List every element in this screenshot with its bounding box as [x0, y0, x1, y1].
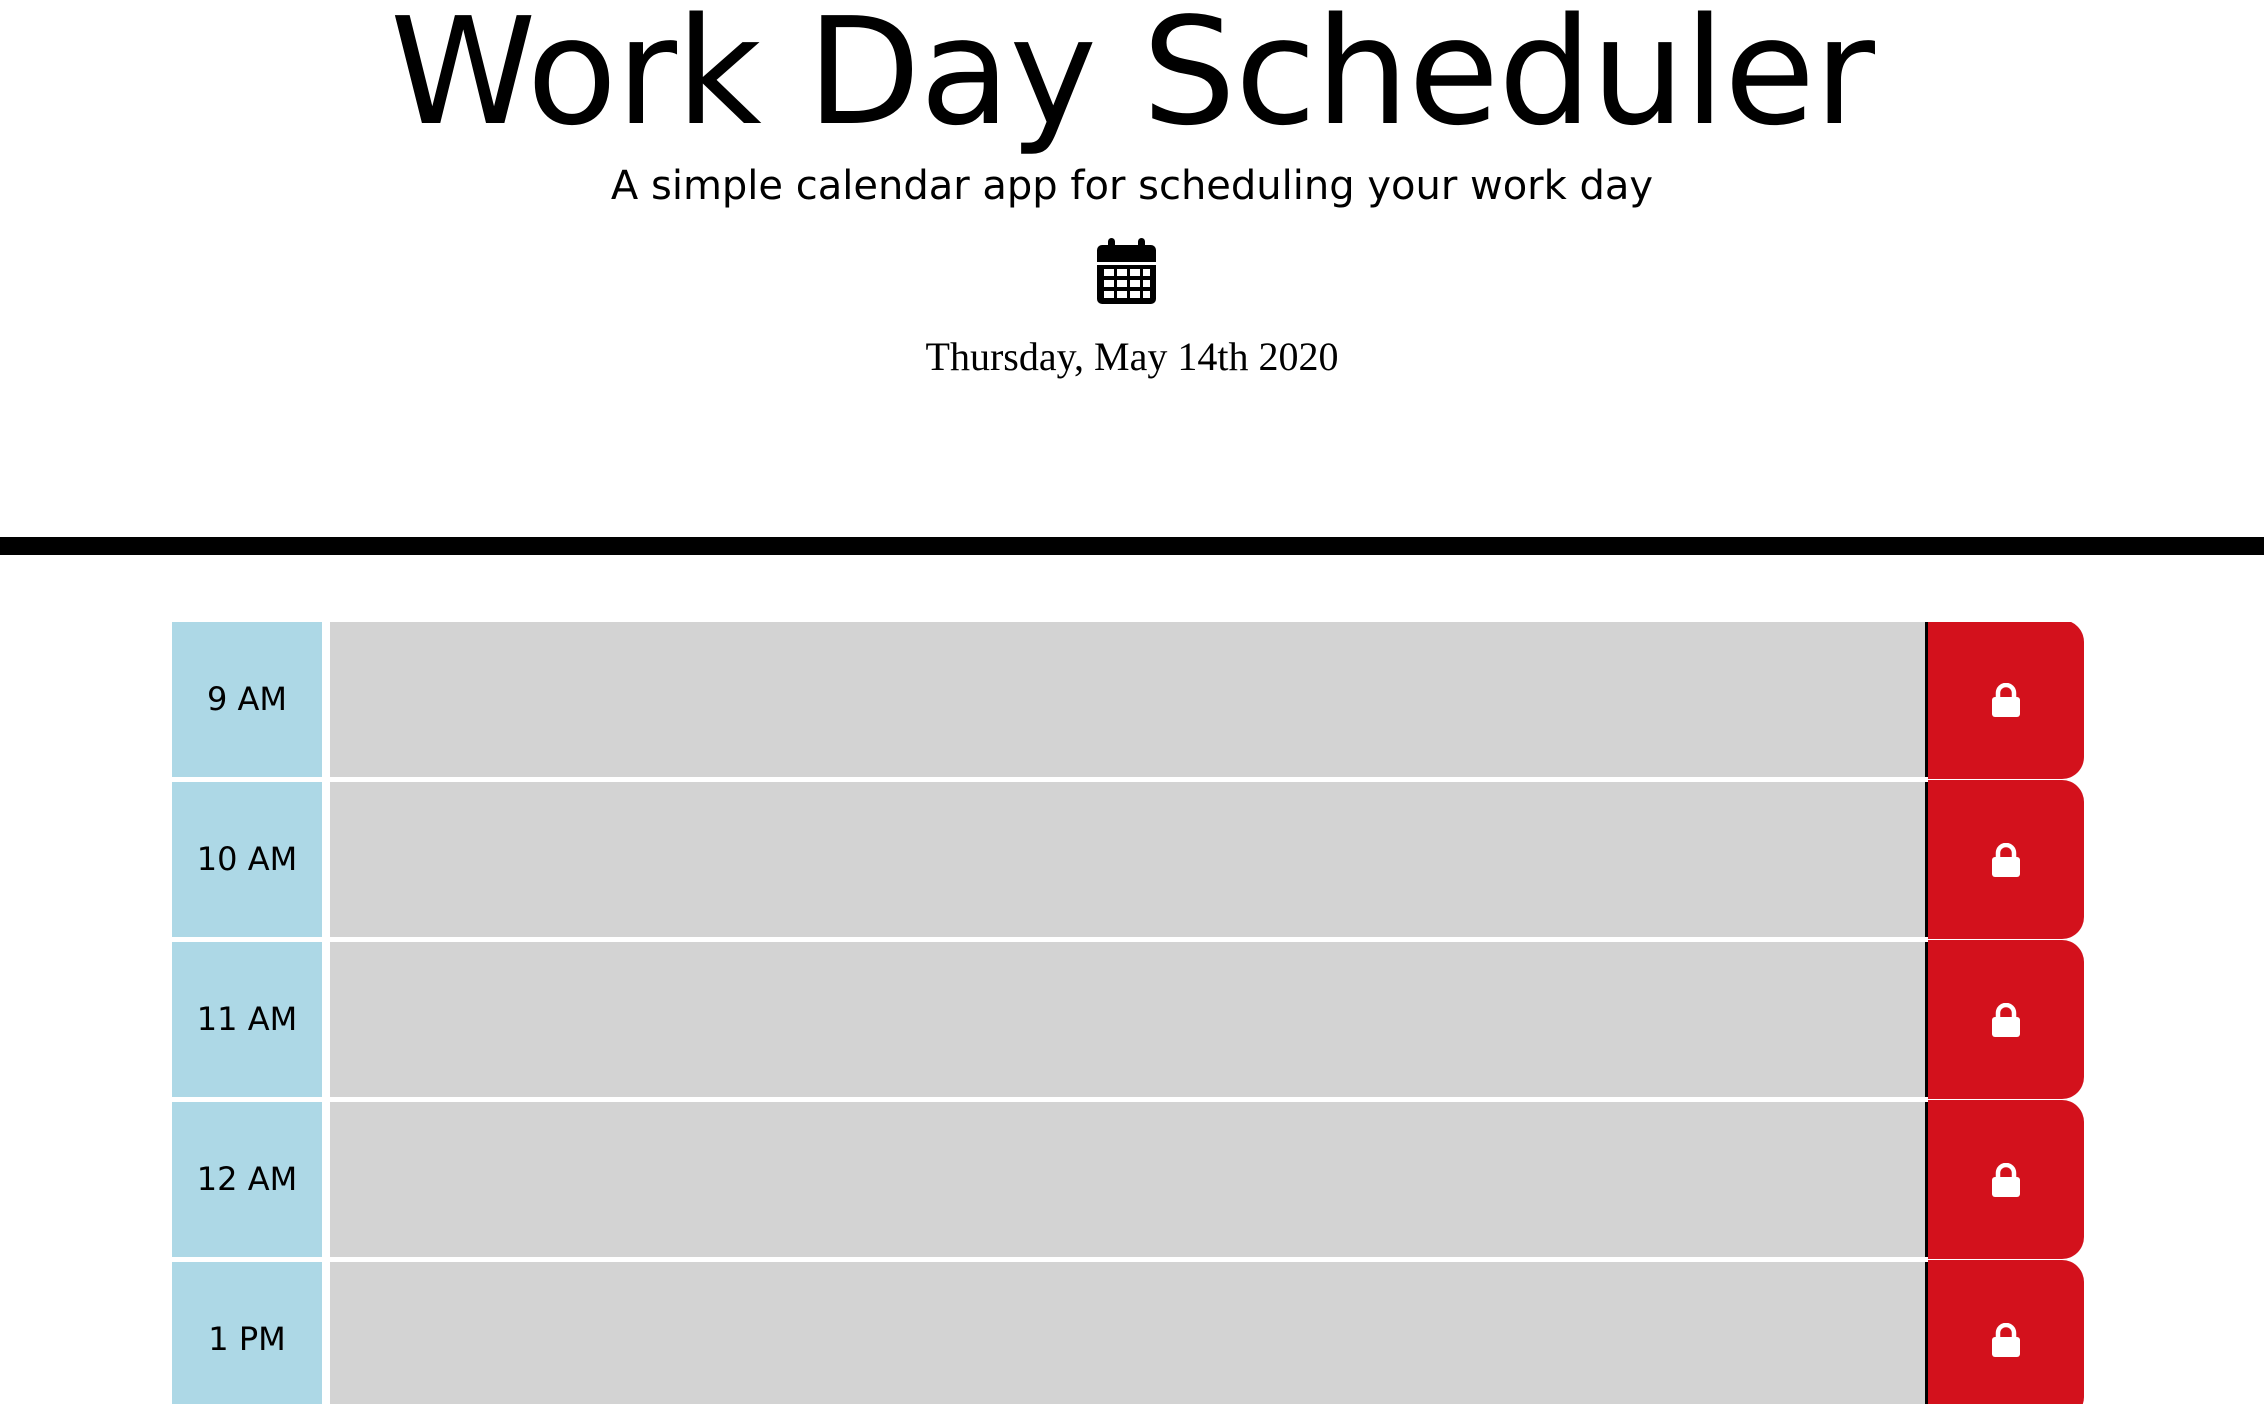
time-block-11am: 11 AM — [172, 940, 2084, 1102]
hour-label: 12 AM — [172, 1102, 322, 1257]
hour-text: 11 AM — [196, 1000, 298, 1038]
save-button[interactable] — [1928, 780, 2084, 939]
hour-text: 12 AM — [196, 1160, 298, 1198]
hour-label: 9 AM — [172, 622, 322, 777]
page-subtitle: A simple calendar app for scheduling you… — [610, 163, 1654, 209]
task-input[interactable] — [330, 942, 1928, 1097]
time-block-1pm: 1 PM — [172, 1260, 2084, 1404]
hour-text: 10 AM — [196, 840, 298, 878]
save-button[interactable] — [1928, 1260, 2084, 1404]
header-divider — [0, 537, 2264, 555]
hour-text: 1 PM — [208, 1320, 286, 1358]
calendar-icon — [1097, 238, 1156, 304]
hour-label: 11 AM — [172, 942, 322, 1097]
task-input[interactable] — [330, 622, 1928, 777]
schedule-container: 9 AM 10 AM 11 AM 12 AM 1 PM — [172, 622, 2084, 1404]
page-header: Work Day Scheduler A simple calendar app… — [0, 0, 2264, 530]
page-title: Work Day Scheduler — [389, 0, 1875, 158]
current-date: Thursday, May 14th 2020 — [925, 334, 1339, 379]
time-block-10am: 10 AM — [172, 780, 2084, 942]
lock-icon — [1992, 1002, 2020, 1037]
lock-icon — [1992, 1162, 2020, 1197]
time-block-12am: 12 AM — [172, 1100, 2084, 1262]
time-block-9am: 9 AM — [172, 622, 2084, 782]
lock-icon — [1992, 842, 2020, 877]
save-button[interactable] — [1928, 940, 2084, 1099]
hour-label: 10 AM — [172, 782, 322, 937]
save-button[interactable] — [1928, 622, 2084, 779]
lock-icon — [1992, 682, 2020, 717]
task-input[interactable] — [330, 782, 1928, 937]
save-button[interactable] — [1928, 1100, 2084, 1259]
task-input[interactable] — [330, 1102, 1928, 1257]
lock-icon — [1992, 1322, 2020, 1357]
hour-text: 9 AM — [206, 680, 288, 718]
hour-label: 1 PM — [172, 1262, 322, 1404]
task-input[interactable] — [330, 1262, 1928, 1404]
